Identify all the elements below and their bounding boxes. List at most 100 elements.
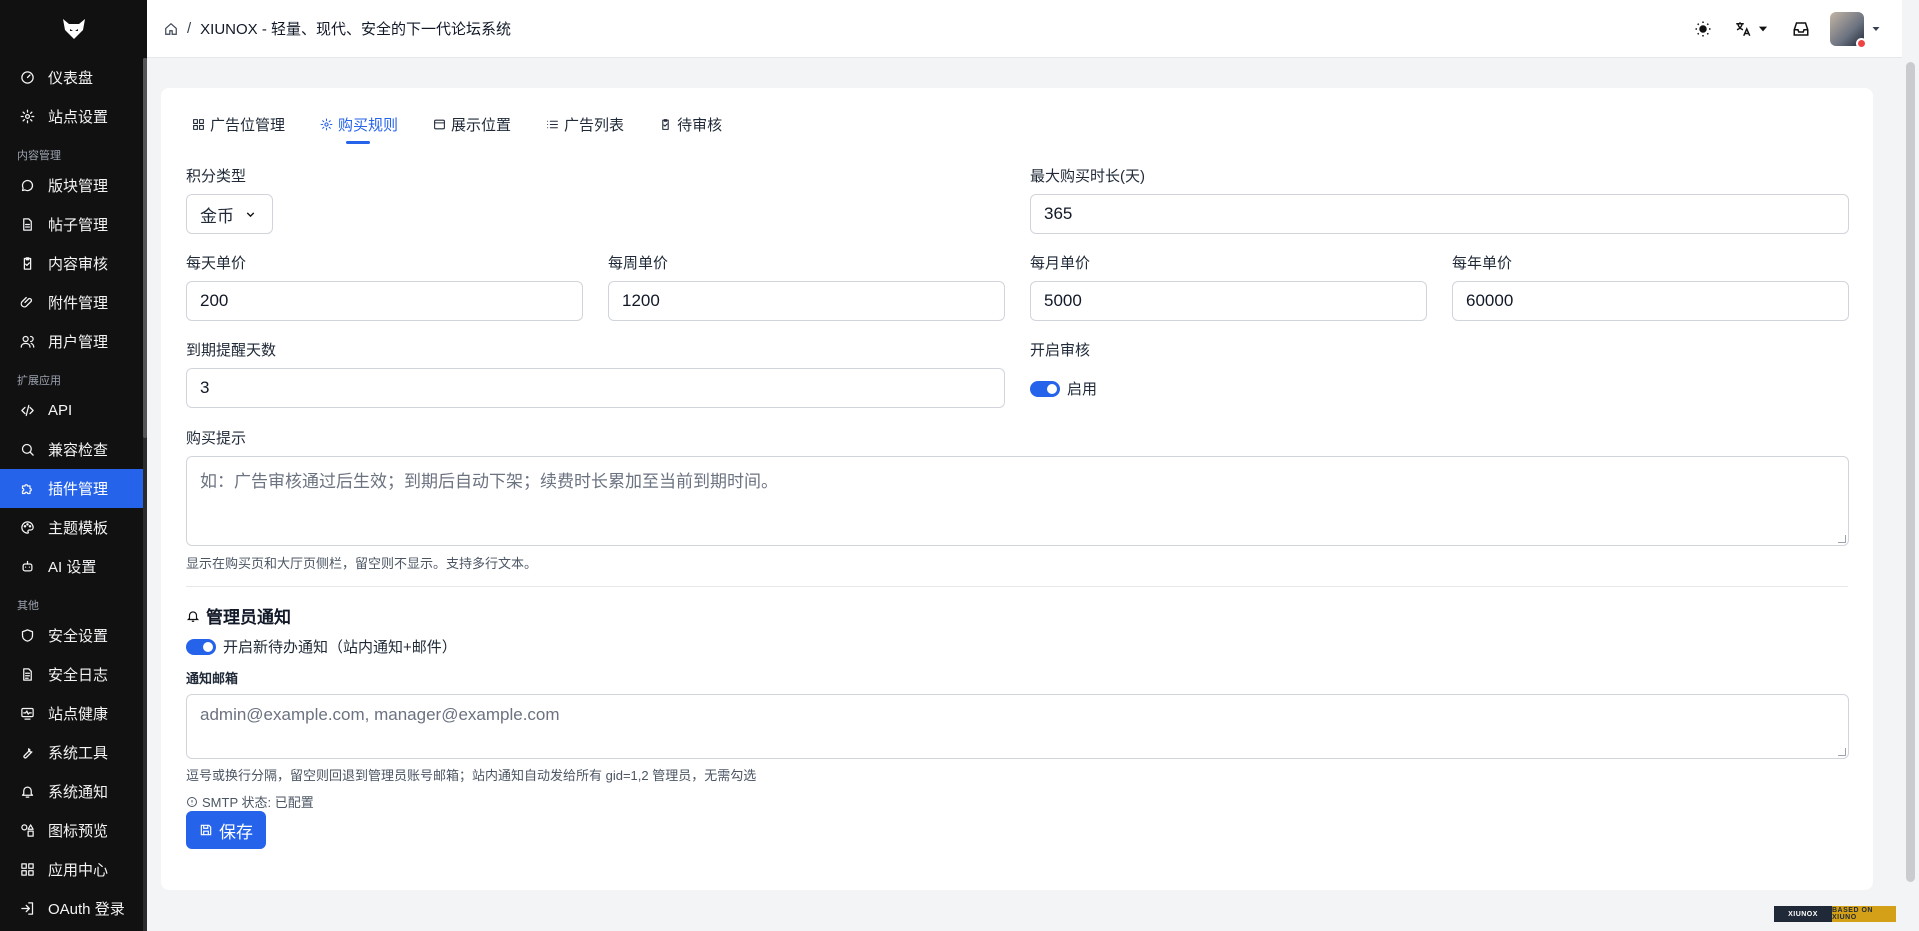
yearly-price-input[interactable]: 60000 [1452, 281, 1849, 321]
sidebar-item-apps[interactable]: 应用中心 [0, 850, 147, 889]
sidebar-item-monitor-heart[interactable]: 站点健康 [0, 694, 147, 733]
group-title-content: 内容管理 [17, 150, 61, 162]
user-menu[interactable] [1830, 12, 1882, 49]
sidebar-item-label: 主题模板 [48, 520, 109, 537]
sidebar-scrollbar[interactable] [143, 58, 147, 931]
gear-icon [319, 117, 333, 131]
language-button[interactable] [1734, 20, 1770, 38]
tab-label: 待审核 [677, 116, 723, 134]
page-scrollbar[interactable] [1902, 58, 1919, 931]
monthly-price-input[interactable]: 5000 [1030, 281, 1427, 321]
sidebar-item-label: 系统通知 [48, 784, 109, 801]
section-divider [186, 586, 1848, 587]
sidebar-item-robot[interactable]: AI 设置 [0, 547, 147, 586]
logo[interactable] [0, 0, 147, 58]
enable-review-toggle[interactable] [1030, 380, 1060, 397]
sidebar-item-code[interactable]: API [0, 391, 147, 430]
purchase-tip-textarea[interactable]: 如：广告审核通过后生效；到期后自动下架；续费时长累加至当前到期时间。 [186, 456, 1849, 546]
notification-dot [1856, 38, 1867, 49]
code-icon [19, 403, 35, 419]
sidebar-item-bell[interactable]: 系统通知 [0, 772, 147, 811]
clipboard-check-icon [658, 117, 672, 131]
admin-notify-toggle[interactable] [186, 638, 216, 655]
sidebar-item-label: 仪表盘 [48, 70, 94, 87]
sidebar: 仪表盘 站点设置 内容管理 版块管理 帖子管理 内容审核 附件管理 用户管理 扩展应用 A… [0, 0, 147, 931]
points-type-select[interactable]: 金币 [186, 194, 273, 234]
sidebar-item-puzzle[interactable]: 插件管理 [0, 469, 143, 508]
purchase-tip-label: 购买提示 [186, 430, 247, 447]
weekly-price-input[interactable]: 1200 [608, 281, 1005, 321]
sidebar-item-palette[interactable]: 主题模板 [0, 508, 147, 547]
monthly-price-label: 每月单价 [1030, 255, 1091, 272]
window-icon [432, 117, 446, 131]
tab-3[interactable]: 广告列表 [545, 110, 624, 138]
expire-remind-label: 到期提醒天数 [186, 342, 277, 359]
home-icon[interactable] [164, 22, 178, 36]
tab-2[interactable]: 展示位置 [432, 110, 511, 138]
tab-1[interactable]: 购买规则 [319, 110, 398, 144]
notify-email-textarea[interactable]: admin@example.com, manager@example.com [186, 694, 1849, 759]
save-icon [199, 823, 213, 837]
tab-label: 广告列表 [564, 116, 625, 134]
sidebar-item-label: 用户管理 [48, 334, 109, 351]
daily-price-label: 每天单价 [186, 255, 247, 272]
max-duration-label: 最大购买时长(天) [1030, 168, 1145, 185]
inbox-icon [1793, 22, 1809, 36]
caret-down-icon [1872, 27, 1880, 31]
purchase-tip-help: 显示在购买页和大厅页侧栏，留空则不显示。支持多行文本。 [186, 556, 538, 571]
theme-toggle-button[interactable] [1694, 20, 1712, 38]
tab-label: 广告位管理 [210, 116, 286, 134]
sidebar-item-shapes[interactable]: 图标预览 [0, 811, 147, 850]
notify-email-help: 逗号或换行分隔，留空则回退到管理员账号邮箱；站内通知自动发给所有 gid=1,2… [186, 768, 757, 783]
admin-notify-toggle-label: 开启新待办通知（站内通知+邮件） [223, 639, 457, 656]
resize-handle[interactable] [1838, 535, 1846, 543]
sidebar-item-document[interactable]: 帖子管理 [0, 205, 147, 244]
sidebar-item-dashboard[interactable]: 仪表盘 [0, 58, 147, 97]
admin-notify-title: 管理员通知 [186, 603, 291, 628]
save-button[interactable]: 保存 [186, 811, 266, 849]
yearly-price-label: 每年单价 [1452, 255, 1513, 272]
paperclip-icon [19, 295, 35, 311]
sidebar-item-label: 图标预览 [48, 823, 109, 840]
sidebar-item-clipboard-check[interactable]: 内容审核 [0, 244, 147, 283]
resize-handle[interactable] [1838, 748, 1846, 756]
wrench-icon [19, 745, 35, 761]
sidebar-item-search[interactable]: 兼容检查 [0, 430, 147, 469]
sidebar-item-label: 附件管理 [48, 295, 109, 312]
users-icon [19, 334, 35, 350]
sidebar-item-log[interactable]: 安全日志 [0, 655, 147, 694]
notify-email-label: 通知邮箱 [186, 671, 239, 686]
expire-remind-input[interactable]: 3 [186, 368, 1005, 408]
enable-review-label: 开启审核 [1030, 342, 1091, 359]
group-title-other: 其他 [17, 600, 39, 612]
enable-review-row: 启用 [1030, 378, 1097, 399]
sidebar-item-chat-bubble[interactable]: 版块管理 [0, 166, 147, 205]
powered-by-badge[interactable]: XIUNOX BASED ON XIUNO [1774, 906, 1896, 922]
palette-icon [19, 520, 35, 536]
translate-icon [1736, 22, 1751, 37]
chat-bubble-icon [19, 178, 35, 194]
sidebar-item-shield[interactable]: 安全设置 [0, 616, 147, 655]
sidebar-item-wrench[interactable]: 系统工具 [0, 733, 147, 772]
sidebar-item-gear[interactable]: 站点设置 [0, 97, 147, 136]
daily-price-input[interactable]: 200 [186, 281, 583, 321]
tab-4[interactable]: 待审核 [658, 110, 722, 138]
enable-review-toggle-label: 启用 [1067, 381, 1098, 398]
smtp-status-text: SMTP 状态: 已配置 [202, 795, 314, 810]
grid-icon [191, 117, 205, 131]
max-duration-input[interactable]: 365 [1030, 194, 1849, 234]
tab-0[interactable]: 广告位管理 [191, 110, 285, 138]
inbox-button[interactable] [1792, 20, 1810, 38]
avatar [1830, 12, 1867, 49]
sidebar-item-label: 版块管理 [48, 178, 109, 195]
sidebar-item-paperclip[interactable]: 附件管理 [0, 283, 147, 322]
badge-right: BASED ON XIUNO [1832, 906, 1896, 922]
breadcrumb-separator: / [187, 20, 192, 37]
page-title[interactable]: XIUNOX - 轻量、现代、安全的下一代论坛系统 [200, 18, 511, 39]
sidebar-item-label: 站点设置 [48, 109, 109, 126]
bell-icon [19, 784, 35, 800]
sidebar-item-login[interactable]: OAuth 登录 [0, 889, 147, 928]
sidebar-item-label: 安全日志 [48, 667, 109, 684]
sidebar-item-users[interactable]: 用户管理 [0, 322, 147, 361]
puzzle-icon [19, 481, 35, 497]
